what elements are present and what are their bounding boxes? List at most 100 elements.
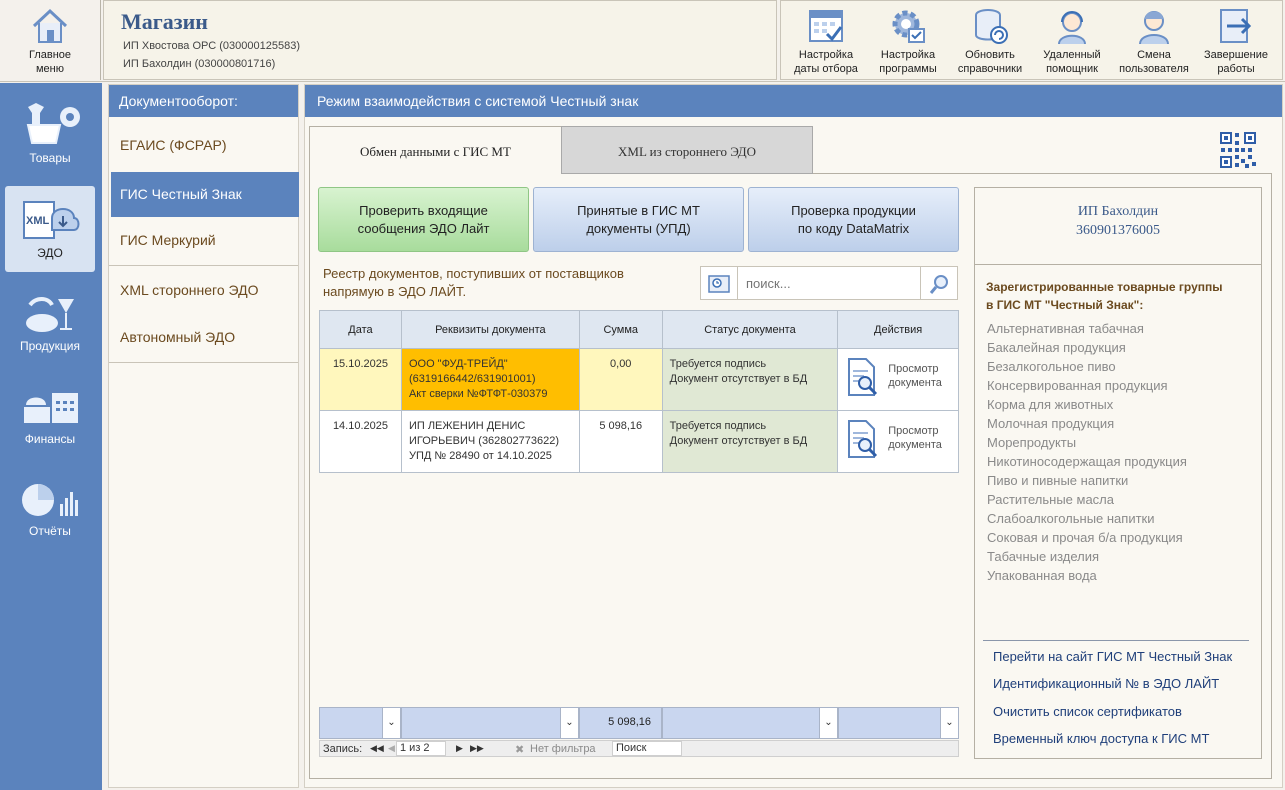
nav-edo[interactable]: XML ЭДО	[5, 186, 95, 272]
home-icon	[32, 8, 68, 43]
chevron-down-icon[interactable]: ⌄	[560, 708, 578, 738]
exit-button[interactable]: Завершение работы	[1196, 1, 1276, 81]
check-incoming-button[interactable]: Проверить входящие сообщения ЭДО Лайт	[318, 187, 529, 252]
switch-user-button[interactable]: Смена пользователя	[1114, 1, 1194, 81]
chevron-down-icon[interactable]: ⌄	[819, 708, 837, 738]
search-input[interactable]	[737, 267, 921, 299]
row-requisites: ООО "ФУД-ТРЕЙД" (6319166442/631901001) А…	[400, 348, 580, 411]
nav-products-label: Продукция	[19, 339, 81, 353]
database-refresh-icon	[975, 9, 1008, 44]
table-row[interactable]: 14.10.2025 ИП ЛЕЖЕНИН ДЕНИС ИГОРЬЕВИЧ (3…	[319, 410, 959, 473]
check-incoming-line2: сообщения ЭДО Лайт	[357, 221, 490, 236]
finance-register-icon	[24, 393, 78, 423]
info-divider	[975, 264, 1261, 265]
tab-gis-mt-exchange[interactable]: Обмен данными с ГИС МТ	[309, 126, 562, 174]
organization-inn: 360901376005	[1076, 223, 1160, 238]
verify-datamatrix-line1: Проверка продукции	[791, 203, 916, 218]
nav-products[interactable]: Продукция	[5, 281, 95, 367]
prev-record-icon[interactable]: ◀	[388, 743, 395, 754]
nav-reports[interactable]: Отчёты	[5, 466, 95, 552]
exit-arrow-icon	[1220, 9, 1252, 43]
requisites-filter-dropdown[interactable]: ⌄	[401, 707, 579, 739]
nav-goods-label: Товары	[29, 151, 71, 165]
chevron-down-icon[interactable]: ⌄	[940, 708, 958, 738]
accepted-documents-line1: Принятые в ГИС МТ	[577, 203, 700, 218]
documents-table: Дата Реквизиты документа Сумма Статус до…	[319, 310, 959, 473]
document-flow-panel: Документооборот: ЕГАИС (ФСРАР) ГИС Честн…	[108, 84, 299, 788]
col-sum[interactable]: Сумма	[578, 310, 663, 349]
col-requisites[interactable]: Реквизиты документа	[400, 310, 580, 349]
accepted-documents-line2: документы (УПД)	[586, 221, 691, 236]
product-group-item: Табачные изделия	[987, 549, 1100, 564]
col-date[interactable]: Дата	[319, 310, 402, 349]
organization-header: ИП Бахолдин 360901376005	[975, 202, 1261, 240]
no-filter-label[interactable]: Нет фильтра	[530, 743, 596, 755]
chevron-down-icon[interactable]: ⌄	[382, 708, 400, 738]
verify-datamatrix-button[interactable]: Проверка продукции по коду DataMatrix	[748, 187, 959, 252]
temporary-access-key-link[interactable]: Временный ключ доступа к ГИС МТ	[993, 731, 1209, 746]
remote-assistant-button[interactable]: Удаленный помощник	[1032, 1, 1112, 81]
open-gis-mt-site-link[interactable]: Перейти на сайт ГИС МТ Честный Знак	[993, 649, 1232, 664]
program-settings-button[interactable]: Настройка программы	[868, 1, 948, 81]
clear-certificates-link[interactable]: Очистить список сертификатов	[993, 704, 1182, 719]
doc-item-chestny-znak[interactable]: ГИС Честный Знак	[111, 172, 299, 217]
nav-search-field[interactable]: Поиск	[612, 741, 682, 756]
next-record-icon[interactable]: ▶	[456, 743, 463, 754]
program-settings-label: Настройка программы	[879, 49, 937, 75]
support-agent-icon	[1058, 11, 1086, 45]
qr-code-icon[interactable]	[1219, 131, 1257, 169]
col-status[interactable]: Статус документа	[661, 310, 839, 349]
filter-clock-icon[interactable]	[708, 273, 730, 295]
doc-item-egais[interactable]: ЕГАИС (ФСРАР)	[111, 123, 299, 168]
status-line: Требуется подпись	[669, 420, 767, 432]
status-filter-dropdown[interactable]: ⌄	[662, 707, 838, 739]
record-position[interactable]: 1 из 2	[396, 741, 446, 756]
product-group-item: Корма для животных	[987, 397, 1114, 412]
view-document-label: документа	[888, 377, 942, 389]
product-group-item: Пиво и пивные напитки	[987, 473, 1129, 488]
first-record-icon[interactable]: ◀◀	[370, 743, 384, 754]
actions-filter-dropdown[interactable]: ⌄	[838, 707, 959, 739]
update-references-label: Обновить справочники	[957, 49, 1023, 75]
product-group-item: Морепродукты	[987, 435, 1077, 450]
row-date: 15.10.2025	[319, 348, 402, 411]
doc-item-xml-edo[interactable]: XML стороннего ЭДО	[111, 268, 299, 313]
tab-xml-third-party[interactable]: XML из стороннего ЭДО	[561, 126, 813, 174]
gear-icon	[892, 10, 925, 43]
update-references-button[interactable]: Обновить справочники	[950, 1, 1030, 81]
search-icon[interactable]	[929, 273, 951, 295]
doc-item-mercury[interactable]: ГИС Меркурий	[111, 218, 299, 263]
groups-title-line1: Зарегистрированные товарные группы	[986, 280, 1223, 294]
view-document-label: Просмотр	[888, 363, 939, 375]
left-nav: Товары XML ЭДО Продукция Финансы Отчёты	[0, 83, 102, 790]
row-actions: Просмотр документа	[837, 348, 959, 411]
nav-finance[interactable]: Финансы	[5, 373, 95, 459]
entity-1: ИП Хвостова ОРС (030000125583)	[123, 40, 300, 52]
remote-assistant-label: Удаленный помощник	[1043, 49, 1101, 75]
date-filter-dropdown[interactable]: ⌄	[319, 707, 401, 739]
main-panel: Режим взаимодействия с системой Честный …	[304, 84, 1283, 788]
requisites-line: УПД № 28490 от 14.10.2025	[408, 450, 552, 462]
col-actions[interactable]: Действия	[837, 310, 959, 349]
home-menu-button[interactable]: Главное меню	[0, 0, 101, 80]
document-view-icon	[848, 358, 878, 396]
table-row[interactable]: 15.10.2025 ООО "ФУД-ТРЕЙД" (6319166442/6…	[319, 348, 959, 411]
total-sum: 5 098,16	[608, 716, 651, 728]
groups-title: Зарегистрированные товарные группы в ГИС…	[986, 278, 1223, 314]
last-record-icon[interactable]: ▶▶	[470, 743, 484, 754]
nav-goods[interactable]: Товары	[5, 89, 95, 175]
filter-icon[interactable]: ✖	[515, 743, 524, 756]
view-document-button[interactable]: Просмотр документа	[842, 417, 954, 461]
edo-lite-id-link[interactable]: Идентификационный № в ЭДО ЛАЙТ	[993, 676, 1219, 691]
main-title: Режим взаимодействия с системой Честный …	[305, 85, 1282, 117]
entity-2: ИП Бахолдин (030000801716)	[123, 58, 276, 70]
product-group-item: Консервированная продукция	[987, 378, 1168, 393]
document-flow-title: Документооборот:	[109, 85, 298, 117]
doc-item-autonomous-edo[interactable]: Автономный ЭДО	[111, 315, 299, 360]
view-document-button[interactable]: Просмотр документа	[842, 355, 954, 399]
status-line: Документ отсутствует в БД	[669, 435, 808, 447]
row-date: 14.10.2025	[319, 410, 402, 473]
date-filter-settings-button[interactable]: Настройка даты отбора	[786, 1, 866, 81]
verify-datamatrix-line2: по коду DataMatrix	[797, 221, 910, 236]
accepted-documents-button[interactable]: Принятые в ГИС МТ документы (УПД)	[533, 187, 744, 252]
